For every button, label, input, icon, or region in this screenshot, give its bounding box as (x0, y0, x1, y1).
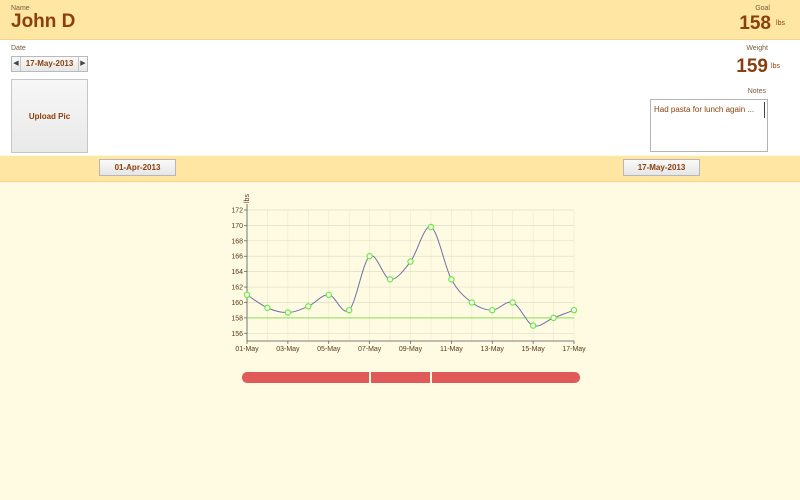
weight-value[interactable]: 159 (736, 56, 768, 78)
notes-label: Notes (747, 88, 766, 95)
x-tick-label: 17-May (562, 346, 586, 353)
y-tick-label: 172 (231, 208, 243, 215)
notes-text: Had pasta for lunch again ... (654, 105, 755, 114)
weight-data-point[interactable] (264, 304, 271, 312)
x-tick-label: 05-May (317, 346, 341, 353)
y-tick-label: 158 (231, 315, 243, 322)
goal-unit: lbs (776, 20, 785, 27)
range-end-button[interactable]: 17-May-2013 (623, 159, 700, 176)
x-tick-label: 09-May (399, 346, 423, 353)
weight-data-point[interactable] (448, 276, 455, 283)
weight-data-point[interactable] (407, 258, 414, 265)
y-tick-label: 170 (231, 223, 243, 230)
y-tick-label: 164 (231, 269, 243, 276)
weight-label: Weight (746, 45, 768, 52)
weight-data-point[interactable] (325, 291, 332, 298)
x-tick-label: 15-May (521, 346, 545, 353)
goal-label: Goal (755, 5, 770, 12)
weight-data-point[interactable] (570, 306, 578, 314)
date-range-slider[interactable] (242, 372, 580, 383)
previous-date-button[interactable]: ◀ (12, 57, 21, 71)
x-tick-label: 13-May (481, 346, 505, 353)
date-label: Date (11, 45, 26, 52)
weight-data-point[interactable] (427, 223, 435, 231)
weight-data-point[interactable] (550, 314, 557, 322)
slider-right-segment[interactable] (432, 372, 580, 383)
weight-data-point[interactable] (243, 291, 251, 298)
notes-field[interactable]: Had pasta for lunch again ... (650, 99, 768, 152)
weight-data-point[interactable] (305, 303, 312, 310)
y-tick-label: 156 (231, 331, 243, 338)
weight-unit: lbs (771, 63, 780, 70)
notes-caret (764, 102, 765, 118)
weight-data-point[interactable] (345, 306, 353, 314)
x-tick-label: 07-May (358, 346, 382, 353)
weight-data-point[interactable] (489, 306, 496, 314)
profile-header: Name John D Goal 158 lbs (0, 0, 800, 40)
goal-value[interactable]: 158 (739, 13, 771, 35)
weight-data-point[interactable] (529, 322, 537, 329)
x-tick-label: 11-May (440, 346, 463, 353)
next-date-button[interactable]: ▶ (78, 57, 87, 71)
weight-data-point[interactable] (468, 299, 476, 306)
weight-data-point[interactable] (509, 299, 516, 306)
y-tick-label: 166 (231, 254, 243, 261)
slider-left-segment[interactable] (242, 372, 369, 383)
x-tick-label: 01-May (235, 346, 259, 353)
x-tick-label: 03-May (276, 346, 300, 353)
y-tick-label: 168 (231, 238, 243, 245)
weight-data-point[interactable] (366, 253, 373, 260)
weight-data-point[interactable] (386, 276, 394, 283)
upload-pic-button[interactable]: Upload Pic (11, 79, 88, 153)
weight-data-point[interactable] (284, 309, 292, 316)
y-axis-label: lbs (244, 194, 251, 203)
range-start-button[interactable]: 01-Apr-2013 (99, 159, 176, 176)
user-name[interactable]: John D (11, 11, 75, 33)
weight-chart: 156 158 160 162 164 166 168 170 172lbs 01-May 03-M… (231, 194, 586, 353)
date-stepper[interactable]: ◀ 17-May-2013 ▶ (11, 56, 88, 72)
date-value: 17-May-2013 (25, 59, 74, 68)
slider-middle-segment[interactable] (371, 372, 430, 383)
y-tick-label: 160 (231, 300, 243, 307)
y-tick-label: 162 (231, 285, 243, 292)
